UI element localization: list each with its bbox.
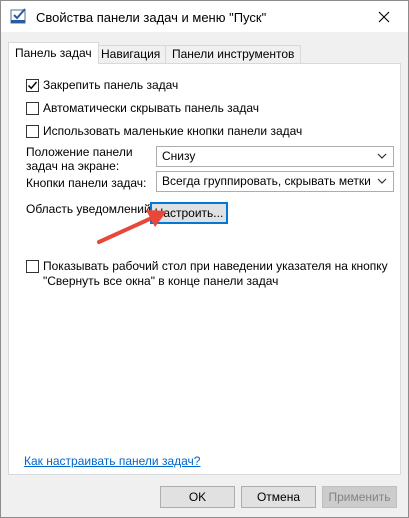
tab-navigation[interactable]: Навигация bbox=[94, 45, 168, 63]
help-link[interactable]: Как настраивать панели задач? bbox=[24, 454, 200, 468]
position-label: Положение панели задач на экране: bbox=[26, 145, 133, 173]
buttons-setting-value: Всегда группировать, скрывать метки bbox=[162, 174, 371, 188]
lock-taskbar-checkbox[interactable] bbox=[26, 79, 39, 92]
close-button[interactable] bbox=[368, 3, 400, 30]
position-label-line2: задач на экране: bbox=[26, 159, 120, 173]
lock-taskbar-option[interactable]: Закрепить панель задач bbox=[26, 78, 178, 93]
tab-taskbar[interactable]: Панель задач bbox=[8, 42, 99, 64]
small-buttons-checkbox[interactable] bbox=[26, 125, 39, 138]
chevron-down-icon bbox=[377, 153, 387, 159]
auto-hide-label: Автоматически скрывать панель задач bbox=[43, 101, 260, 115]
peek-label-line2: "Свернуть все окна" в конце панели задач bbox=[43, 274, 279, 288]
lock-taskbar-label: Закрепить панель задач bbox=[43, 78, 179, 92]
auto-hide-checkbox[interactable] bbox=[26, 102, 39, 115]
peek-checkbox[interactable] bbox=[26, 260, 39, 273]
position-label-line1: Положение панели bbox=[26, 145, 133, 159]
peek-label: Показывать рабочий стол при наведении ук… bbox=[43, 259, 388, 289]
checkmark-icon bbox=[27, 81, 38, 90]
cancel-button[interactable]: Отмена bbox=[241, 486, 316, 508]
buttons-setting-label: Кнопки панели задач: bbox=[26, 176, 147, 190]
small-buttons-label: Использовать маленькие кнопки панели зад… bbox=[43, 124, 303, 138]
tab-toolbars[interactable]: Панели инструментов bbox=[165, 45, 302, 63]
auto-hide-option[interactable]: Автоматически скрывать панель задач bbox=[26, 101, 259, 116]
taskbar-properties-icon bbox=[10, 7, 28, 25]
buttons-setting-select[interactable]: Всегда группировать, скрывать метки bbox=[156, 171, 394, 192]
title-bar[interactable]: Свойства панели задач и меню "Пуск" bbox=[1, 1, 408, 32]
close-icon bbox=[378, 11, 390, 22]
tab-panel-taskbar: Закрепить панель задач Автоматически скр… bbox=[8, 63, 401, 475]
apply-button[interactable]: Применить bbox=[322, 486, 397, 508]
position-select[interactable]: Снизу bbox=[156, 146, 394, 167]
chevron-down-icon bbox=[377, 178, 387, 184]
peek-option[interactable]: Показывать рабочий стол при наведении ук… bbox=[26, 259, 388, 289]
annotation-arrow-icon bbox=[97, 210, 167, 244]
window-title: Свойства панели задач и меню "Пуск" bbox=[36, 10, 267, 25]
peek-label-line1: Показывать рабочий стол при наведении ук… bbox=[43, 259, 388, 273]
taskbar-properties-dialog: Свойства панели задач и меню "Пуск" Пане… bbox=[0, 0, 409, 518]
ok-button[interactable]: OK bbox=[160, 486, 235, 508]
small-buttons-option[interactable]: Использовать маленькие кнопки панели зад… bbox=[26, 124, 302, 139]
position-value: Снизу bbox=[162, 149, 196, 163]
